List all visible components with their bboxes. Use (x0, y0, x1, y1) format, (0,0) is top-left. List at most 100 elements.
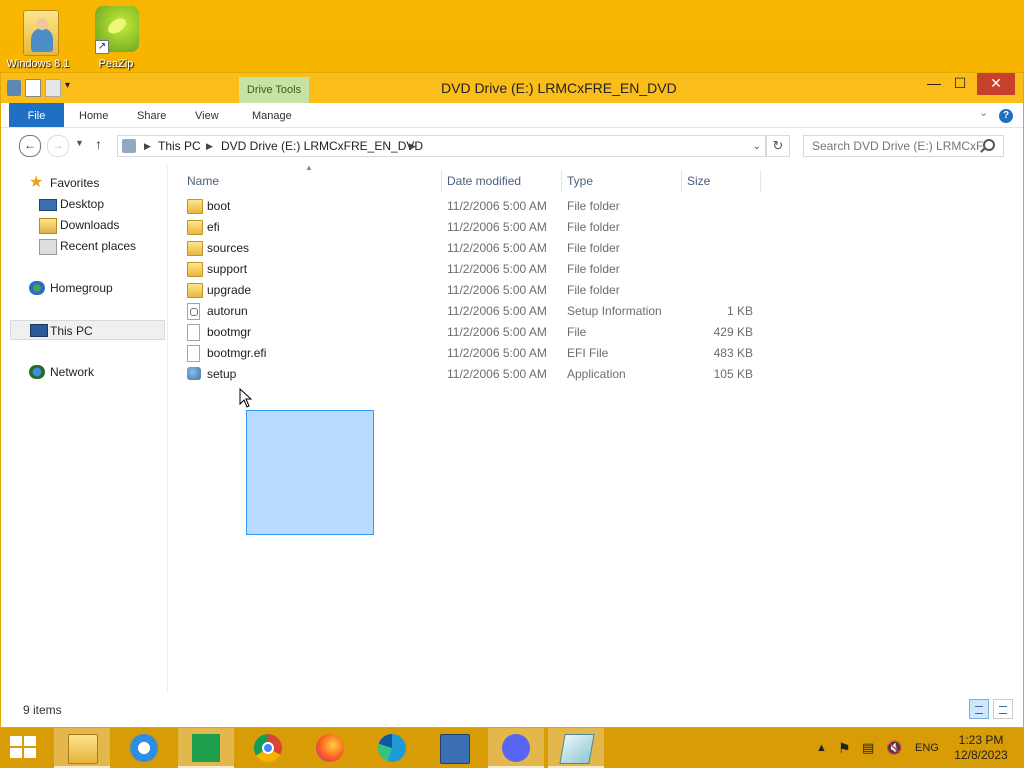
up-button[interactable]: ↑ (95, 136, 102, 152)
new-folder-icon[interactable] (45, 79, 61, 97)
back-button[interactable]: ← (19, 135, 41, 157)
tab-file[interactable]: File (9, 103, 64, 127)
file-name: support (207, 262, 248, 276)
file-name: efi (207, 220, 220, 234)
desktop-icon-windows81[interactable]: Windows 8.1 (0, 4, 76, 70)
taskbar-edge[interactable] (364, 728, 420, 768)
file-name: boot (207, 199, 231, 213)
nav-recent-places[interactable]: Recent places (1, 236, 165, 256)
taskbar-internet-explorer[interactable] (116, 728, 172, 768)
refresh-button[interactable]: ↻ (766, 135, 790, 157)
file-row[interactable]: autorun 11/2/2006 5:00 AM Setup Informat… (181, 301, 761, 322)
column-header-date[interactable]: Date modified (447, 168, 521, 194)
file-type: Setup Information (567, 304, 662, 318)
shortcut-arrow-icon: ↗ (95, 40, 109, 54)
taskbar-notes[interactable] (548, 728, 604, 768)
nav-network[interactable]: Network (1, 362, 165, 382)
file-date: 11/2/2006 5:00 AM (447, 304, 547, 318)
remote-desktop-icon (440, 734, 470, 764)
file-name: upgrade (207, 283, 252, 297)
recent-places-icon (39, 239, 57, 255)
column-divider[interactable] (441, 170, 442, 192)
action-center-flag-icon[interactable]: ⚑ (838, 728, 851, 768)
minimize-button[interactable]: — (921, 73, 947, 95)
nav-this-pc[interactable]: This PC (10, 320, 165, 340)
taskbar-discord[interactable] (488, 728, 544, 768)
file-size: 105 KB (713, 367, 753, 381)
setup-info-icon (187, 303, 200, 320)
nav-desktop[interactable]: Desktop (1, 194, 165, 214)
nav-homegroup[interactable]: Homegroup (1, 278, 165, 298)
address-dropdown-icon[interactable]: ⌄ (753, 136, 761, 157)
nav-downloads[interactable]: Downloads (1, 215, 165, 235)
title-bar[interactable]: ▾ Drive Tools DVD Drive (E:) LRMCxFRE_EN… (1, 73, 1023, 103)
taskbar-firefox[interactable] (302, 728, 358, 768)
recent-locations-chevron-icon[interactable]: ▼ (75, 138, 84, 148)
tab-share[interactable]: Share (137, 103, 166, 127)
star-icon: ★ (29, 174, 44, 191)
search-icon[interactable] (983, 139, 995, 151)
file-row[interactable]: upgrade 11/2/2006 5:00 AM File folder (181, 280, 761, 301)
properties-icon[interactable] (25, 79, 41, 97)
file-size: 429 KB (713, 325, 753, 339)
language-indicator[interactable]: ENG (915, 728, 939, 768)
taskbar-store[interactable] (178, 728, 234, 768)
forward-button[interactable]: → (47, 135, 69, 157)
column-header-type[interactable]: Type (567, 168, 593, 194)
file-row[interactable]: support 11/2/2006 5:00 AM File folder (181, 259, 761, 280)
file-name: bootmgr.efi (207, 346, 267, 360)
start-button[interactable] (0, 728, 56, 768)
file-date: 11/2/2006 5:00 AM (447, 241, 547, 255)
file-row[interactable]: sources 11/2/2006 5:00 AM File folder (181, 238, 761, 259)
file-type: File folder (567, 220, 620, 234)
show-hidden-icons[interactable]: ▲ (816, 728, 827, 768)
chevron-down-icon[interactable]: ▾ (65, 80, 75, 96)
breadcrumb-separator-icon[interactable]: ▶ (206, 136, 213, 157)
file-row[interactable]: boot 11/2/2006 5:00 AM File folder (181, 196, 761, 217)
file-row[interactable]: efi 11/2/2006 5:00 AM File folder (181, 217, 761, 238)
tab-manage[interactable]: Manage (252, 103, 292, 127)
breadcrumb-separator-icon[interactable]: ▶ (409, 136, 416, 157)
maximize-button[interactable]: ☐ (947, 73, 973, 95)
file-type: File folder (567, 262, 620, 276)
help-icon[interactable]: ? (999, 109, 1013, 123)
file-row[interactable]: setup 11/2/2006 5:00 AM Application 105 … (181, 364, 761, 385)
taskbar-file-explorer[interactable] (54, 728, 110, 768)
file-name: setup (207, 367, 237, 381)
file-type: File folder (567, 199, 620, 213)
firefox-icon (316, 734, 344, 762)
address-bar[interactable]: ▶ This PC ▶ DVD Drive (E:) LRMCxFRE_EN_D… (117, 135, 766, 157)
column-divider[interactable] (681, 170, 682, 192)
file-row[interactable]: bootmgr.efi 11/2/2006 5:00 AM EFI File 4… (181, 343, 761, 364)
column-divider[interactable] (760, 170, 761, 192)
breadcrumb-separator-icon[interactable]: ▶ (144, 136, 151, 157)
nav-favorites[interactable]: ★ Favorites (1, 173, 165, 193)
breadcrumb-dvd-drive[interactable]: DVD Drive (E:) LRMCxFRE_EN_DVD (221, 136, 423, 157)
volume-muted-icon[interactable]: 🔇 (886, 728, 902, 768)
folder-icon (187, 262, 203, 277)
search-input[interactable] (803, 135, 1004, 157)
file-size: 483 KB (713, 346, 753, 360)
file-type: File folder (567, 283, 620, 297)
column-divider[interactable] (561, 170, 562, 192)
network-tray-icon[interactable]: ▤ (862, 728, 874, 768)
tab-home[interactable]: Home (79, 103, 108, 127)
expand-ribbon-icon[interactable]: ⌄ (979, 106, 988, 119)
file-type: EFI File (567, 346, 609, 360)
column-header-size[interactable]: Size (687, 168, 710, 194)
file-row[interactable]: bootmgr 11/2/2006 5:00 AM File 429 KB (181, 322, 761, 343)
large-icons-view-button[interactable] (993, 699, 1013, 719)
window-icon[interactable] (7, 80, 21, 96)
close-button[interactable]: ✕ (977, 73, 1015, 95)
taskbar-remote-desktop[interactable] (426, 728, 482, 768)
nav-label: Favorites (50, 176, 100, 190)
details-view-button[interactable] (969, 699, 989, 719)
breadcrumb-this-pc[interactable]: This PC (158, 136, 201, 157)
drag-selection-rectangle (246, 410, 374, 535)
clock[interactable]: 1:23 PM 12/8/2023 (950, 733, 1012, 763)
desktop-icon-peazip[interactable]: ↗ PeaZip (78, 4, 154, 70)
taskbar-chrome[interactable] (240, 728, 296, 768)
notes-icon (559, 734, 595, 764)
column-header-name[interactable]: Name (187, 168, 219, 194)
tab-view[interactable]: View (195, 103, 219, 127)
